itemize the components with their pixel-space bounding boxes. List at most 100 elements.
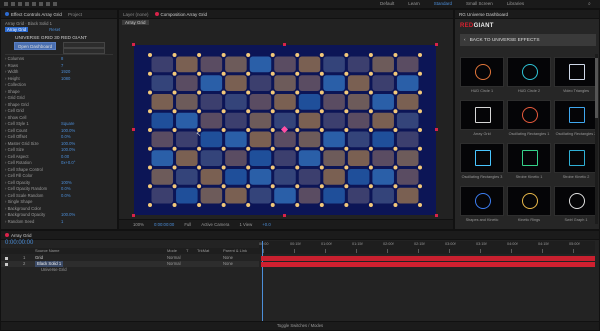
- layer-bar[interactable]: [261, 262, 595, 267]
- effect-param-row[interactable]: › Single Shape: [5, 199, 114, 204]
- exposure-value[interactable]: +0.0: [262, 222, 270, 227]
- tab-composition[interactable]: Composition Array Grid: [154, 12, 207, 17]
- effect-param-row[interactable]: › Background Opacity 100.0%: [5, 212, 114, 217]
- effect-param-row[interactable]: › Columns 8: [5, 56, 114, 61]
- effect-thumbnail[interactable]: [460, 57, 504, 87]
- time-ruler[interactable]: 00:00 00:15f 01:00f 01:15f 02:00f 02:15f 03:00…: [259, 241, 595, 254]
- breadcrumb[interactable]: Array Grid: [122, 20, 149, 25]
- effect-param-row[interactable]: › Cell Count 100.0%: [5, 128, 114, 133]
- back-to-effects-button[interactable]: ‹ BACK TO UNIVERSE EFFECTS: [460, 34, 596, 46]
- effect-thumbnail[interactable]: [460, 100, 504, 130]
- layer-bar[interactable]: [261, 256, 595, 261]
- effect-param-row[interactable]: › Cell Aspect 0.00: [5, 154, 114, 159]
- effect-thumbnail[interactable]: [460, 143, 504, 173]
- workspace-libraries[interactable]: Libraries: [507, 1, 524, 6]
- param-value[interactable]: 0.0%: [61, 134, 71, 139]
- param-value[interactable]: 0.00: [61, 154, 69, 159]
- tab-timeline[interactable]: Array Grid: [5, 233, 32, 238]
- effect-param-row[interactable]: › Cell Grid: [5, 108, 114, 113]
- selection-handle[interactable]: [435, 214, 438, 217]
- param-value[interactable]: 100%: [61, 180, 72, 185]
- param-value[interactable]: 100.0%: [61, 147, 75, 152]
- effect-param-row[interactable]: › Show Cell: [5, 115, 114, 120]
- effect-param-row[interactable]: › Cell Rotation 0x+0.0°: [5, 160, 114, 165]
- param-value[interactable]: 0x+0.0°: [61, 160, 75, 165]
- param-value[interactable]: 1920: [61, 69, 70, 74]
- effect-param-row[interactable]: › Cell Opacity Random 0.0%: [5, 186, 114, 191]
- effect-param-row[interactable]: › Rows 7: [5, 63, 114, 68]
- effect-param-row[interactable]: › Master Grid Size 100.0%: [5, 141, 114, 146]
- effect-thumbnail[interactable]: [554, 57, 598, 87]
- tab-layer[interactable]: Layer (none): [123, 12, 149, 17]
- param-value[interactable]: 7: [61, 63, 63, 68]
- search-icon[interactable]: ⌕: [588, 1, 591, 7]
- workspace-default[interactable]: Default: [380, 1, 394, 6]
- tab-project[interactable]: Project: [68, 12, 82, 17]
- toolbar-icons[interactable]: [4, 2, 124, 6]
- param-value[interactable]: 0.0%: [61, 186, 71, 191]
- open-dashboard-button[interactable]: Open Dashboard: [14, 42, 56, 50]
- effect-param-row[interactable]: › Cell Fill Color: [5, 173, 114, 178]
- param-value[interactable]: 1: [61, 219, 63, 224]
- camera-select[interactable]: Active Camera: [201, 222, 229, 227]
- resolution-select[interactable]: Full: [184, 222, 191, 227]
- tab-effect-controls[interactable]: Effect Controls Array Grid: [5, 12, 62, 17]
- effect-param-row[interactable]: › Shape: [5, 89, 114, 94]
- param-value[interactable]: 0.0%: [61, 193, 71, 198]
- workspace-learn[interactable]: Learn: [408, 1, 420, 6]
- effect-param-row[interactable]: › Collection: [5, 82, 114, 87]
- effect-thumbnail[interactable]: [554, 186, 598, 216]
- visibility-icon[interactable]: [5, 256, 8, 260]
- effect-thumbnail[interactable]: [507, 143, 551, 173]
- effect-param-row[interactable]: › Background Color: [5, 206, 114, 211]
- effect-param-row[interactable]: › Cell Opacity 100%: [5, 180, 114, 185]
- effect-thumbnail[interactable]: [554, 100, 598, 130]
- views-select[interactable]: 1 View: [239, 222, 252, 227]
- effect-param-row[interactable]: › Cell Size 100.0%: [5, 147, 114, 152]
- effect-thumbnail[interactable]: [554, 143, 598, 173]
- timeline-timecode[interactable]: 0:00:00:00: [5, 240, 33, 246]
- effect-thumbnail[interactable]: [507, 100, 551, 130]
- timecode-display[interactable]: 0:00:00:00: [154, 222, 174, 227]
- selection-handle[interactable]: [132, 128, 135, 131]
- param-value[interactable]: Square: [61, 121, 75, 126]
- dashboard-scrollbar[interactable]: [595, 54, 598, 224]
- visibility-icon[interactable]: [5, 262, 8, 266]
- effect-thumbnail[interactable]: [507, 57, 551, 87]
- param-value[interactable]: 100.0%: [61, 212, 75, 217]
- effect-param-row[interactable]: › Height 1080: [5, 76, 114, 81]
- param-value[interactable]: 100.0%: [61, 128, 75, 133]
- effect-name[interactable]: Array Grid: [5, 27, 29, 32]
- reset-link[interactable]: Reset: [49, 27, 60, 32]
- workspace-standard[interactable]: Standard: [434, 1, 452, 6]
- param-value[interactable]: 100.0%: [61, 141, 75, 146]
- selection-handle[interactable]: [283, 214, 286, 217]
- selection-handle[interactable]: [435, 43, 438, 46]
- effect-param-row[interactable]: › Cell Shape Control: [5, 167, 114, 172]
- preview-graphic: [569, 193, 585, 209]
- playhead[interactable]: [262, 241, 263, 321]
- tab-dashboard[interactable]: RG Universe Dashboard: [459, 12, 508, 17]
- effect-param-row[interactable]: › Shape Grid: [5, 102, 114, 107]
- effect-param-row[interactable]: › Width 1920: [5, 69, 114, 74]
- effect-param-row[interactable]: › Random Seed 1: [5, 219, 114, 224]
- selection-handle[interactable]: [283, 43, 286, 46]
- effect-sublayer-row[interactable]: Universe Grid: [1, 267, 259, 273]
- effect-param-row[interactable]: › Grid Grid: [5, 95, 114, 100]
- grid-cell: [298, 56, 321, 73]
- toggle-switches-modes[interactable]: Toggle Switches / Modes: [277, 323, 323, 328]
- selection-handle[interactable]: [132, 214, 135, 217]
- grid-cell: [347, 187, 370, 204]
- param-value[interactable]: 8: [61, 56, 63, 61]
- effect-param-row[interactable]: › Cell Style 1 Square: [5, 121, 114, 126]
- param-value[interactable]: 1080: [61, 76, 70, 81]
- effect-thumbnail[interactable]: [507, 186, 551, 216]
- effect-thumbnail[interactable]: [460, 186, 504, 216]
- selection-handle[interactable]: [132, 43, 135, 46]
- effect-param-row[interactable]: › Cell Offset 0.0%: [5, 134, 114, 139]
- effect-header[interactable]: Array Grid Reset: [5, 27, 114, 32]
- selection-handle[interactable]: [435, 128, 438, 131]
- zoom-select[interactable]: 100%: [133, 222, 144, 227]
- workspace-small-screen[interactable]: Small Screen: [466, 1, 493, 6]
- effect-param-row[interactable]: › Cell Scale Random 0.0%: [5, 193, 114, 198]
